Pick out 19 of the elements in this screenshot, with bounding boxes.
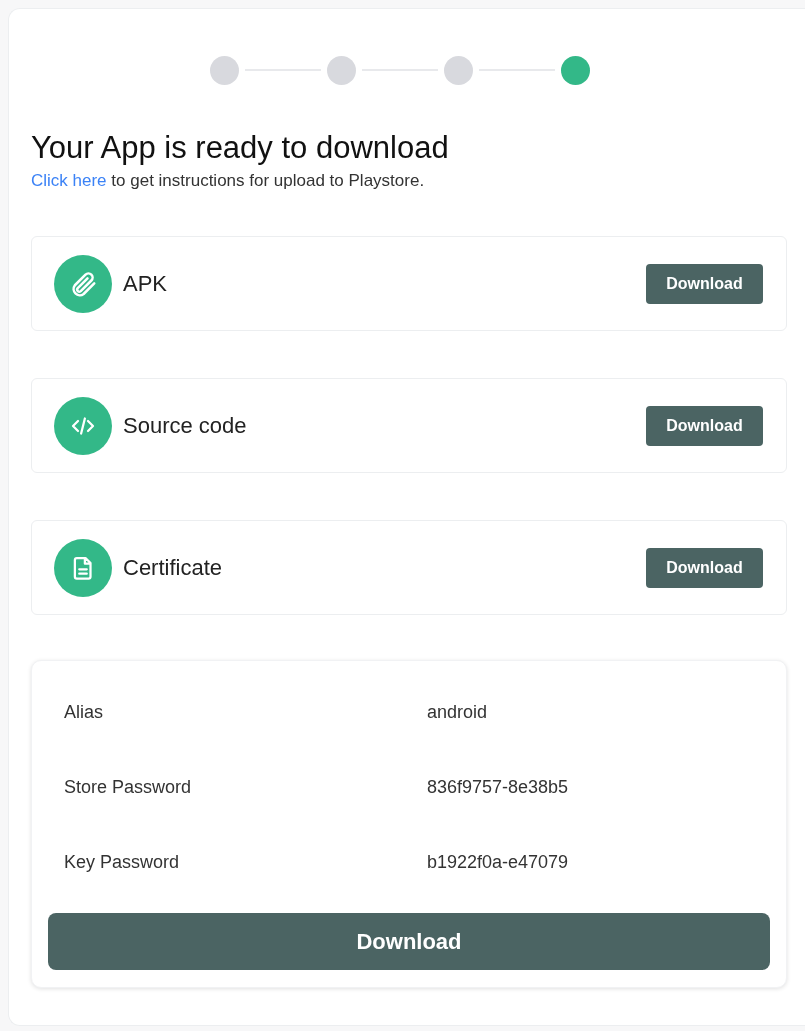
download-button[interactable]: Download <box>48 913 770 970</box>
credential-label: Store Password <box>64 776 193 799</box>
download-button[interactable]: Download <box>646 547 763 588</box>
credential-label: Alias <box>64 701 104 724</box>
credential-value: android <box>427 701 488 724</box>
download-label: Source code <box>123 412 248 440</box>
instructions-link[interactable]: Click here <box>31 171 107 190</box>
download-label: Certificate <box>123 554 224 582</box>
page-heading: Your App is ready to download <box>31 129 450 167</box>
credential-value: 836f9757-8e38b5 <box>427 776 569 799</box>
credential-value: b1922f0a-e47079 <box>427 851 569 874</box>
download-label: APK <box>123 270 169 298</box>
code-icon <box>54 396 112 455</box>
download-button[interactable]: Download <box>646 263 763 304</box>
document-icon <box>54 538 112 597</box>
download-button[interactable]: Download <box>646 405 763 446</box>
instructions-text: Click here to get instructions for upload to Playstore. <box>31 170 426 192</box>
credential-label: Key Password <box>64 851 181 874</box>
paperclip-icon <box>54 254 112 313</box>
